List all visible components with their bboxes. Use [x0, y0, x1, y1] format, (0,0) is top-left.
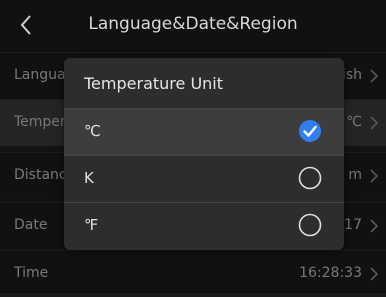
- option-kelvin[interactable]: K: [64, 155, 344, 202]
- header-bar: Language&Date&Region: [0, 0, 386, 52]
- dialog-title: Temperature Unit: [84, 74, 224, 93]
- option-celsius[interactable]: ℃: [64, 108, 344, 155]
- radio-empty-icon: [298, 213, 322, 237]
- option-label: ℃: [84, 122, 101, 140]
- page-title: Language&Date&Region: [88, 14, 298, 34]
- radio-empty-icon: [298, 166, 322, 190]
- option-label: K: [84, 169, 94, 187]
- temperature-unit-dialog: Temperature Unit ℃ K ℉: [64, 58, 344, 250]
- check-circle-icon: [299, 120, 321, 142]
- option-fahrenheit[interactable]: ℉: [64, 202, 344, 249]
- option-label: ℉: [84, 216, 99, 234]
- settings-screen: Language&Date&Region Language English Te…: [0, 0, 386, 297]
